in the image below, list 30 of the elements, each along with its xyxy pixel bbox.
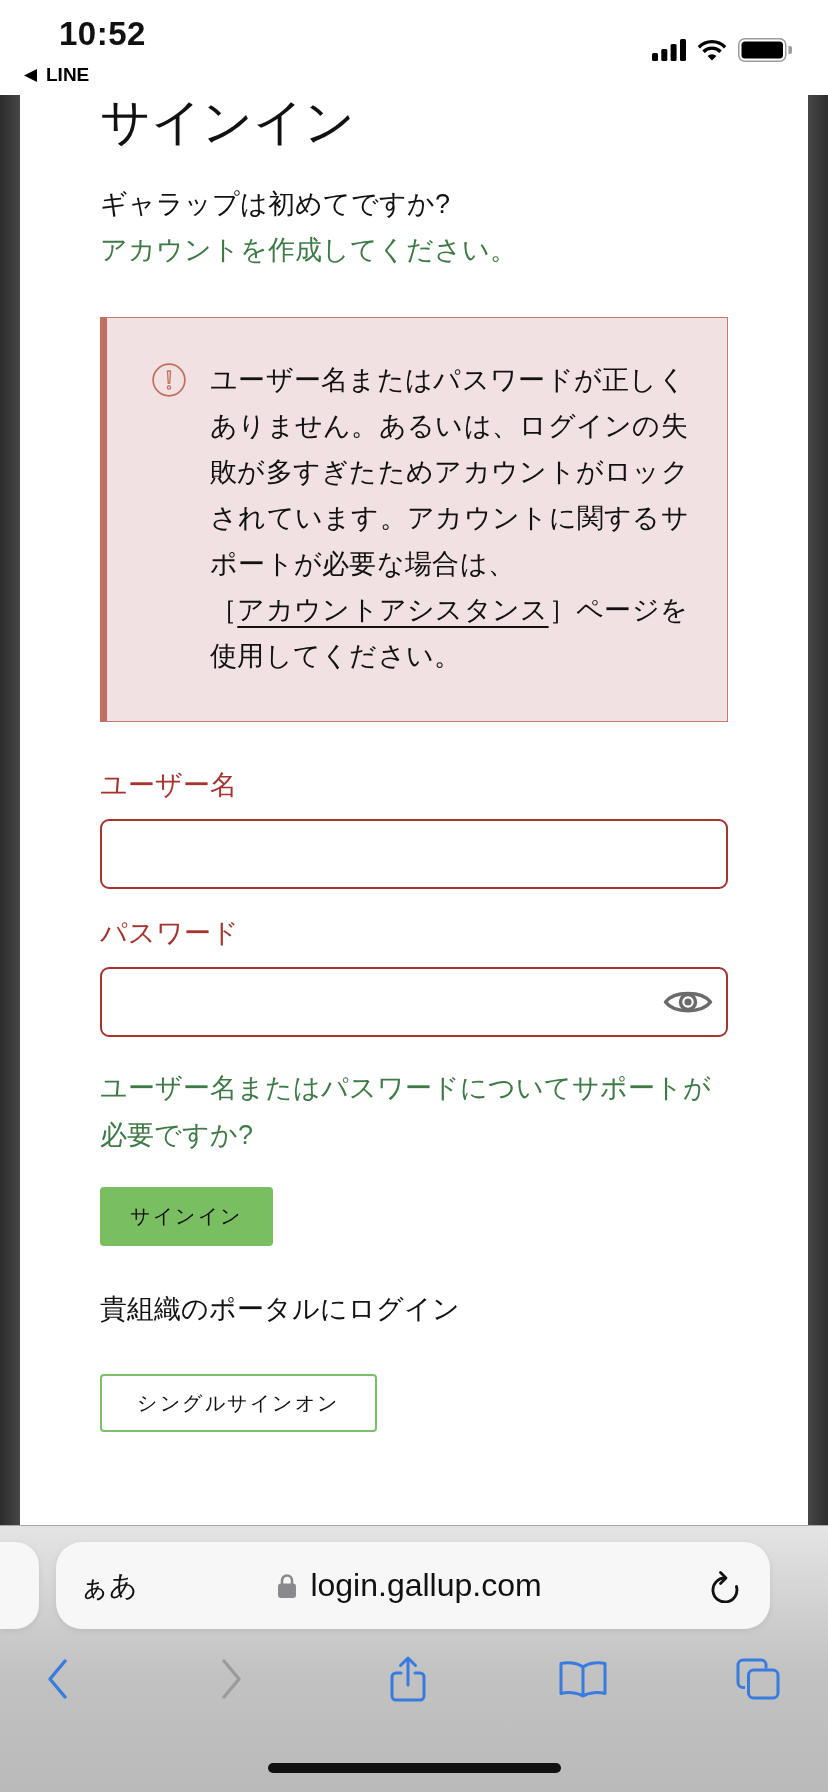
help-link[interactable]: ユーザー名またはパスワードについてサポートが必要ですか? <box>100 1065 728 1159</box>
lock-icon <box>278 1573 297 1598</box>
status-time: 10:52 <box>59 14 146 54</box>
create-account-link[interactable]: アカウントを作成してください。 <box>100 235 517 265</box>
book-icon[interactable] <box>558 1660 607 1698</box>
address-bar[interactable]: ぁあ login.gallup.com <box>56 1542 770 1629</box>
single-sign-on-button[interactable]: シングルサインオン <box>100 1374 377 1432</box>
two-squares-icon[interactable] <box>736 1658 780 1700</box>
account-assistance-link[interactable]: アカウントアシスタンス <box>237 595 549 625</box>
page-title: サインイン <box>100 95 355 149</box>
signal-icon <box>652 39 686 61</box>
reload-icon[interactable] <box>710 1568 740 1603</box>
password-field[interactable] <box>100 967 728 1037</box>
field-label: パスワード <box>100 917 239 950</box>
error-message: ユーザー名またはパスワードが正しくありません。あるいは、ログインの失敗が多すぎたためアカウントがロックされています。アカウントに関するサポートが必要な場合は、［アカウントアシスタンス］ページを使用してください。 <box>210 364 691 673</box>
url-text: login.gallup.com <box>310 1567 542 1604</box>
back-icon[interactable] <box>47 1659 67 1699</box>
back-to-app-link[interactable]: LINE <box>24 63 90 87</box>
tab-preview[interactable] <box>0 1542 39 1629</box>
org-prompt-text: 貴組織のポータルにログイン <box>100 1293 460 1326</box>
battery-icon <box>738 38 792 62</box>
sign-in-button[interactable]: サインイン <box>100 1187 273 1246</box>
wifi-icon <box>697 39 727 61</box>
share-icon[interactable] <box>388 1655 427 1703</box>
text-field[interactable] <box>100 819 728 889</box>
intro-text: ギャラップは初めてですか? アカウントを作成してください。 <box>100 188 518 267</box>
text-size-button[interactable]: ぁあ <box>80 1566 138 1605</box>
field-label: ユーザー名 <box>100 769 237 802</box>
back-triangle-icon <box>24 68 37 82</box>
exclamation-circle-icon <box>152 363 186 397</box>
